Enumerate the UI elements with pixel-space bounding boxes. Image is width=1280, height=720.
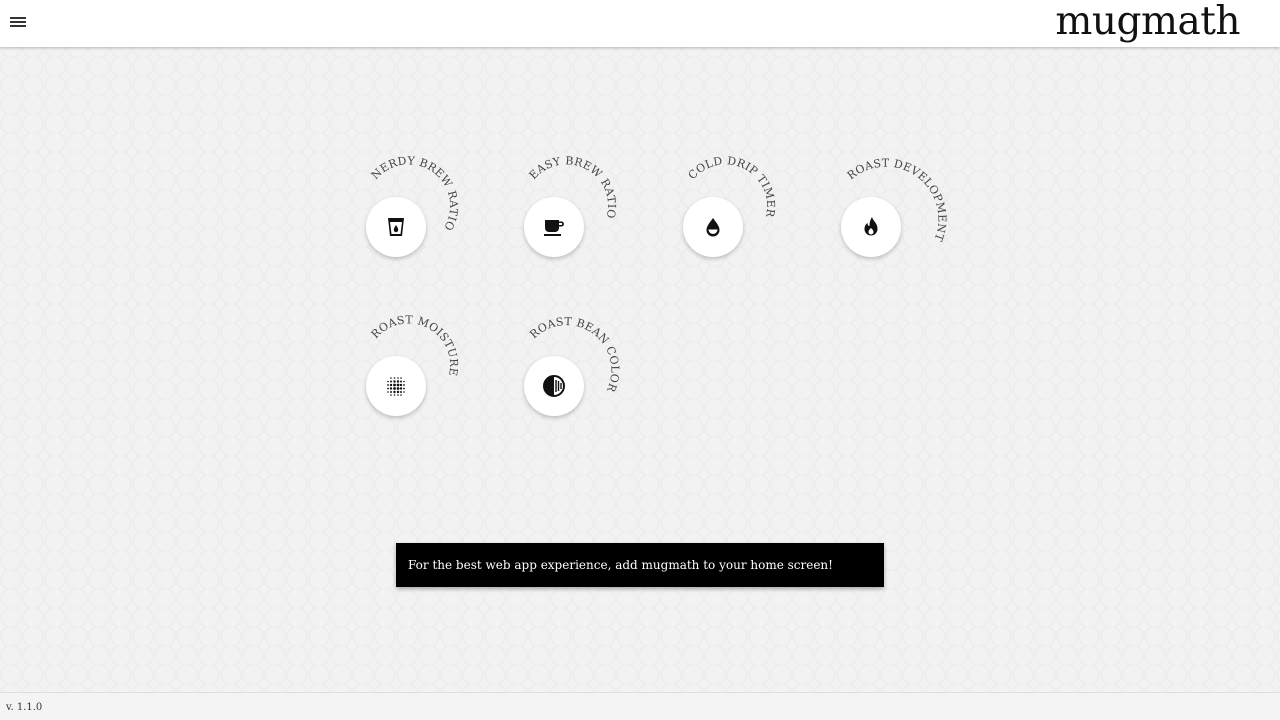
tool-button[interactable] — [366, 356, 426, 416]
tool-button[interactable] — [524, 356, 584, 416]
glass-drop-icon — [388, 218, 404, 236]
flame-icon — [864, 217, 878, 236]
version-label: v. 1.1.0 — [6, 702, 43, 713]
tool-roast-bean-color[interactable]: ROAST BEAN COLOR — [499, 315, 621, 441]
dot-grid-icon — [387, 377, 405, 396]
half-circle-icon — [543, 375, 565, 397]
tool-button[interactable] — [524, 197, 584, 257]
tool-button[interactable] — [366, 197, 426, 257]
footer: v. 1.1.0 — [0, 692, 1280, 720]
tool-roast-moisture[interactable]: ROAST MOISTURE — [341, 313, 460, 441]
tool-cold-drip-timer[interactable]: COLD DRIP TIMER — [658, 154, 777, 282]
tool-roast-development[interactable]: ROAST DEVELOPMENT — [816, 157, 948, 282]
add-to-home-screen-toast[interactable]: For the best web app experience, add mug… — [396, 543, 884, 587]
water-drop-icon — [706, 218, 720, 237]
tool-nerdy-brew-ratio[interactable]: NERDY BREW RATIO — [341, 154, 460, 282]
hamburger-menu-icon[interactable] — [10, 15, 26, 29]
tool-button[interactable] — [683, 197, 743, 257]
tool-easy-brew-ratio[interactable]: EASY BREW RATIO — [499, 154, 618, 282]
brand-logo[interactable]: mugmath — [1055, 0, 1240, 44]
toast-message: For the best web app experience, add mug… — [408, 558, 833, 572]
top-bar: mugmath — [0, 0, 1280, 47]
coffee-cup-icon — [544, 220, 564, 236]
tool-button[interactable] — [841, 197, 901, 257]
